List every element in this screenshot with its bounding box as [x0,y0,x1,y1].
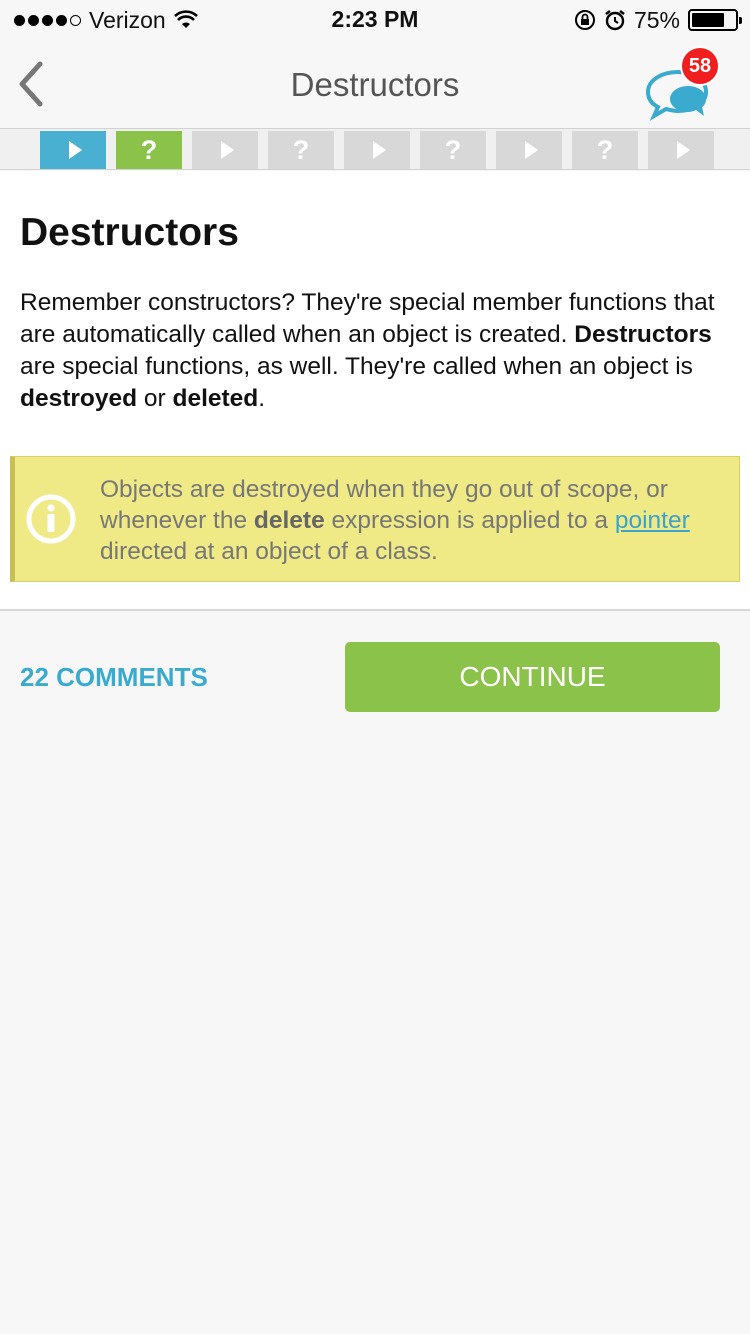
status-bar: Verizon 2:23 PM 75% [0,0,750,40]
navigation-bar: Destructors 58 [0,40,750,128]
question-mark-icon: ? [596,134,614,165]
lesson-progress-bar: ? ? ? ? [0,128,750,170]
lesson-body: Remember constructors? They're special m… [20,287,736,415]
note-text: Objects are destroyed when they go out o… [100,474,730,567]
lesson-text-part: or [137,385,173,412]
lesson-content: Destructors Remember constructors? They'… [0,171,750,611]
play-icon [524,141,538,159]
play-icon [676,141,690,159]
lesson-keyword: destroyed [20,385,138,412]
lesson-keyword: deleted [172,385,259,412]
battery-icon [688,9,742,31]
continue-button[interactable]: CONTINUE [345,642,720,712]
note-keyword: delete [253,507,325,534]
discussions-button[interactable]: 58 [640,46,724,124]
info-icon [26,494,76,544]
progress-step-6[interactable]: ? [420,131,486,169]
play-icon [68,141,82,159]
alarm-icon [605,10,625,31]
info-note: Objects are destroyed when they go out o… [10,456,740,582]
system-indicators: 75% [574,6,742,34]
question-mark-icon: ? [444,134,462,165]
question-mark-icon: ? [140,134,158,165]
play-icon [220,141,234,159]
rotation-lock-icon [574,10,595,30]
lesson-keyword: Destructors [574,321,712,348]
note-text-part: expression is applied to a [324,507,615,534]
progress-step-2[interactable]: ? [116,131,182,169]
lesson-title: Destructors [20,211,239,254]
notification-badge: 58 [680,46,720,86]
progress-step-7[interactable] [496,131,562,169]
progress-step-9[interactable] [648,131,714,169]
lesson-text-part: . [258,385,266,412]
progress-step-5[interactable] [344,131,410,169]
question-mark-icon: ? [292,134,310,165]
progress-step-1[interactable] [40,131,106,169]
play-icon [372,141,386,159]
battery-percentage: 75% [633,6,680,33]
page-title: Destructors [290,66,460,103]
comments-link[interactable]: 22 COMMENTS [20,662,208,693]
progress-step-8[interactable]: ? [572,131,638,169]
pointer-link[interactable]: pointer [615,507,690,534]
progress-step-4[interactable]: ? [268,131,334,169]
lesson-text-part: are special functions, as well. They're … [20,353,693,380]
progress-step-3[interactable] [192,131,258,169]
note-text-part: directed at an object of a class. [100,538,438,565]
